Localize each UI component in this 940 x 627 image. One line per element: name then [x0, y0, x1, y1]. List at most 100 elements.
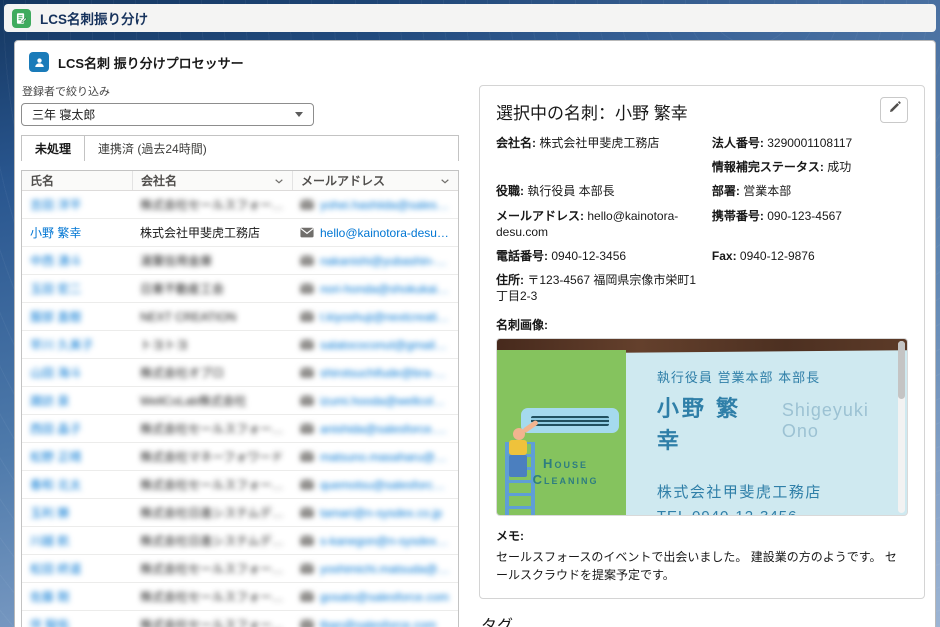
row-name-link[interactable]: 早川 久美子: [22, 336, 132, 353]
row-name-link[interactable]: 松田 終道: [22, 560, 132, 577]
detail-field: [496, 159, 702, 175]
row-name-link[interactable]: 吉田 洋平: [22, 196, 132, 213]
row-company: 株式会社日進システムデザイン: [132, 504, 292, 521]
row-name-link[interactable]: 小野 繁幸: [22, 224, 132, 241]
row-email-link[interactable]: shirotsuchifude@bra-bo.net: [292, 366, 458, 380]
column-header-company[interactable]: 会社名: [132, 171, 292, 190]
row-email-link[interactable]: s-kanegon@n-sysdex.co.jp: [292, 534, 458, 548]
row-name-link[interactable]: 中西 湧斗: [22, 252, 132, 269]
table-row[interactable]: 中西 湧斗 湯葉信用金庫 nakanishi@yubashin-co.com: [22, 247, 458, 275]
tab-unprocessed[interactable]: 未処理: [22, 136, 85, 161]
global-header: LCS名刺振り分け: [4, 4, 936, 32]
table-row[interactable]: 松野 正晴 株式会社マネーフォワード matsuno.masaharu@mone…: [22, 443, 458, 471]
row-company: 株式会社甲斐虎工務店: [132, 224, 292, 241]
table-row[interactable]: 早川 久美子 トヨトヨ salatococonut@gmail.com: [22, 331, 458, 359]
business-card-image: House Cleaning 執行役員 営業本部 本部長 小野 繁幸 Shige…: [496, 338, 908, 516]
mail-icon: [300, 339, 314, 350]
row-email-link[interactable]: gosato@salesforce.com: [292, 590, 458, 604]
detail-field: 携帯番号: 090-123-4567: [712, 208, 908, 240]
row-name-link[interactable]: 西田 晶子: [22, 420, 132, 437]
mail-icon: [300, 227, 314, 238]
mail-icon: [300, 423, 314, 434]
row-email-link[interactable]: nori-honda@shokukai.ne.jp: [292, 282, 458, 296]
column-header-name[interactable]: 氏名: [22, 171, 132, 190]
card-text-block: 執行役員 営業本部 本部長 小野 繁幸 Shigeyuki Ono 株式会社甲斐…: [657, 367, 907, 516]
detail-field: 住所: 〒123-4567 福岡県宗像市栄町1丁目2-3: [496, 272, 702, 304]
mail-icon: [300, 535, 314, 546]
row-email-link[interactable]: tban@salesforce.com: [292, 618, 458, 627]
registrant-filter-select[interactable]: 三年 寝太郎: [21, 103, 314, 126]
row-email-link[interactable]: hello@kainotora-desu.com: [292, 226, 458, 240]
row-email-link[interactable]: yohei.hashiida@salesforce.com: [292, 198, 458, 212]
row-name-link[interactable]: 春和 北太: [22, 476, 132, 493]
table-row[interactable]: 佐藤 剛 株式会社セールスフォース・ジャパン gosato@salesforce…: [22, 583, 458, 611]
detail-field: Fax: 0940-12-9876: [712, 248, 908, 264]
row-email-link[interactable]: yoshimichi.matsuda@salesforc...: [292, 562, 458, 576]
row-name-link[interactable]: 伴 駿佑: [22, 616, 132, 627]
mail-icon: [300, 479, 314, 490]
card-image-scrollbar[interactable]: [898, 341, 905, 513]
row-name-link[interactable]: 松野 正晴: [22, 448, 132, 465]
table-row[interactable]: 玉田 宏二 日東不動産工会 nori-honda@shokukai.ne.jp: [22, 275, 458, 303]
row-email-link[interactable]: anishida@salesforce.com: [292, 422, 458, 436]
row-name-link[interactable]: 川越 航: [22, 532, 132, 549]
detail-fields: 会社名: 株式会社甲斐虎工務店 法人番号: 3290001108117 情報補完…: [496, 135, 908, 305]
card-tel: TEL 0940-12-3456: [657, 508, 907, 516]
row-name-link[interactable]: 服部 直樹: [22, 308, 132, 325]
table-row[interactable]: 山田 海斗 株式会社オブロ shirotsuchifude@bra-bo.net: [22, 359, 458, 387]
card-role-line: 執行役員 営業本部 本部長: [657, 367, 907, 386]
table-row[interactable]: 吉田 洋平 株式会社セールスフォース・ジャパン yohei.hashiida@s…: [22, 191, 458, 219]
detail-field: 会社名: 株式会社甲斐虎工務店: [496, 135, 702, 151]
row-company: 株式会社オブロ: [132, 364, 292, 381]
tab-linked-24h[interactable]: 連携済 (過去24時間): [85, 136, 220, 161]
cleaner-illustration: [513, 428, 525, 440]
mail-icon: [300, 395, 314, 406]
table-row[interactable]: 春和 北太 株式会社セールスフォース・ジャパン quemotsu@salesfo…: [22, 471, 458, 499]
detail-field: 役職: 執行役員 本部長: [496, 183, 702, 199]
table-body: 吉田 洋平 株式会社セールスフォース・ジャパン yohei.hashiida@s…: [22, 191, 458, 627]
row-name-link[interactable]: 玉利 勝: [22, 504, 132, 521]
detail-field: 情報補完ステータス: 成功: [712, 159, 908, 175]
mail-icon: [300, 563, 314, 574]
row-email-link[interactable]: matsuno.masaharu@moneyforw...: [292, 450, 458, 464]
selected-card-panel: 選択中の名刺：小野 繁幸 会社名: 株式会社甲斐虎工務店 法人番号: 32900…: [479, 85, 925, 599]
mail-icon: [300, 451, 314, 462]
table-row[interactable]: 松田 終道 株式会社セールスフォース・ジャパン yoshimichi.matsu…: [22, 555, 458, 583]
table-row[interactable]: 西田 晶子 株式会社セールスフォース・ジャパン anishida@salesfo…: [22, 415, 458, 443]
row-name-link[interactable]: 諏訪 泉: [22, 392, 132, 409]
sort-chevron-icon[interactable]: [440, 176, 450, 186]
selected-card-title: 選択中の名刺：小野 繁幸: [496, 97, 688, 124]
row-email-link[interactable]: t.kiyoshuji@nextcreation.design: [292, 310, 458, 324]
row-email-link[interactable]: salatococonut@gmail.com: [292, 338, 458, 352]
left-panel: 登録者で絞り込み 三年 寝太郎 未処理 連携済 (過去24時間) 氏名: [21, 81, 459, 627]
row-company: 株式会社セールスフォース・ジャパン: [132, 588, 292, 605]
sort-chevron-icon[interactable]: [274, 176, 284, 186]
table-row[interactable]: 川越 航 株式会社日進システムデザイン s-kanegon@n-sysdex.c…: [22, 527, 458, 555]
mail-icon: [300, 507, 314, 518]
user-icon: [29, 52, 49, 72]
row-email-link[interactable]: quemotsu@salesforce.com: [292, 478, 458, 492]
mail-icon: [300, 199, 314, 210]
table-row[interactable]: 小野 繁幸 株式会社甲斐虎工務店 hello@kainotora-desu.co…: [22, 219, 458, 247]
row-company: 株式会社セールスフォース・ジャパン: [132, 616, 292, 627]
pencil-icon: [888, 101, 901, 119]
row-email-link[interactable]: izumi.hooda@wellcolab.jp: [292, 394, 458, 408]
detail-field: メールアドレス: hello@kainotora-desu.com: [496, 208, 702, 240]
edit-button[interactable]: [880, 97, 908, 123]
row-email-link[interactable]: tamari@n-sysdex.co.jp: [292, 506, 458, 520]
table-row[interactable]: 伴 駿佑 株式会社セールスフォース・ジャパン tban@salesforce.c…: [22, 611, 458, 627]
table-row[interactable]: 服部 直樹 NEXT CREATION t.kiyoshuji@nextcrea…: [22, 303, 458, 331]
card-image-scrollbar-thumb[interactable]: [898, 341, 905, 399]
row-company: 株式会社セールスフォース・ジャパン: [132, 420, 292, 437]
table-header: 氏名 会社名 メールアドレス: [22, 171, 458, 191]
row-name-link[interactable]: 玉田 宏二: [22, 280, 132, 297]
row-name-link[interactable]: 佐藤 剛: [22, 588, 132, 605]
row-name-link[interactable]: 山田 海斗: [22, 364, 132, 381]
row-email-link[interactable]: nakanishi@yubashin-co.com: [292, 254, 458, 268]
table-row[interactable]: 諏訪 泉 WellCoLab株式会社 izumi.hooda@wellcolab…: [22, 387, 458, 415]
column-header-email[interactable]: メールアドレス: [292, 171, 458, 190]
row-company: トヨトヨ: [132, 336, 292, 353]
card-name: 小野 繁幸: [657, 391, 762, 455]
table-row[interactable]: 玉利 勝 株式会社日進システムデザイン tamari@n-sysdex.co.j…: [22, 499, 458, 527]
row-company: 株式会社セールスフォース・ジャパン: [132, 476, 292, 493]
